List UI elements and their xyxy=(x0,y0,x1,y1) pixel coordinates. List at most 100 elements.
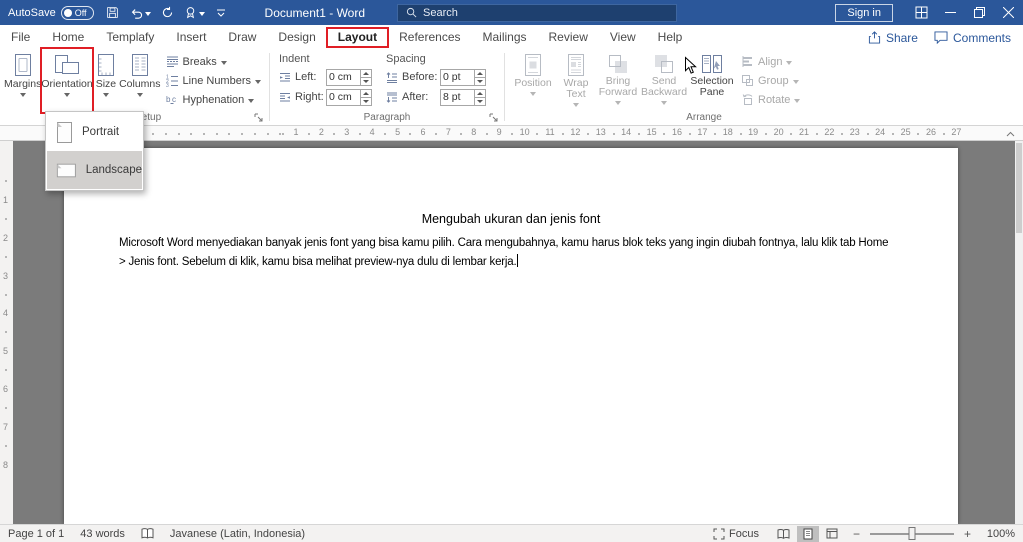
group-label: Group xyxy=(758,74,789,87)
sign-in-button[interactable]: Sign in xyxy=(835,3,893,22)
document-area: 1 2 3 4 5 6 7 8 Mengubah ukuran dan jenis font … xyxy=(0,141,1023,524)
undo-dropdown-icon[interactable] xyxy=(144,11,151,16)
focus-mode-button[interactable]: Focus xyxy=(713,528,759,540)
web-layout-button[interactable] xyxy=(821,526,843,542)
tab-insert[interactable]: Insert xyxy=(165,25,217,50)
ruler-mark xyxy=(241,133,244,135)
search-icon xyxy=(406,7,417,18)
print-layout-button[interactable] xyxy=(796,525,819,542)
rotate-dropdown-icon xyxy=(794,98,801,103)
page-indicator[interactable]: Page 1 of 1 xyxy=(8,528,64,540)
page-setup-dialog-launcher[interactable] xyxy=(254,113,263,122)
stamp-dropdown-icon[interactable] xyxy=(198,11,205,16)
orientation-option-landscape[interactable]: Landscape xyxy=(47,151,142,189)
save-button[interactable] xyxy=(106,0,119,25)
window-title: Document1 - Word xyxy=(264,5,366,20)
hyphenation-label: Hyphenation xyxy=(182,93,245,106)
tab-help[interactable]: Help xyxy=(647,25,694,50)
stamp-button[interactable] xyxy=(184,0,205,25)
size-button[interactable]: Size xyxy=(93,50,119,112)
tab-mailings[interactable]: Mailings xyxy=(472,25,538,50)
read-mode-button[interactable] xyxy=(773,526,795,542)
autosave-control[interactable]: AutoSave Off xyxy=(8,5,94,20)
orientation-option-portrait[interactable]: Portrait xyxy=(47,113,142,151)
document-body-line[interactable]: Microsoft Word menyediakan banyak jenis … xyxy=(119,234,958,253)
hyphenation-button[interactable]: bc Hyphenation xyxy=(161,90,266,109)
indent-right-input[interactable] xyxy=(327,89,360,105)
ruler-mark: 24 xyxy=(875,127,886,137)
margins-button[interactable]: Margins xyxy=(4,50,41,112)
document-body-line-2[interactable]: > Jenis font. Sebelum di klik, kamu bisa… xyxy=(119,253,958,272)
selection-pane-button[interactable]: Selection Pane xyxy=(688,50,736,112)
document-page[interactable]: Mengubah ukuran dan jenis font Microsoft… xyxy=(64,148,958,524)
tab-templafy[interactable]: Templafy xyxy=(95,25,165,50)
tab-review[interactable]: Review xyxy=(538,25,599,50)
document-heading[interactable]: Mengubah ukuran dan jenis font xyxy=(64,212,958,226)
collapse-ribbon-button[interactable] xyxy=(1002,127,1018,140)
send-backward-icon xyxy=(655,55,673,73)
spacing-after-input[interactable] xyxy=(441,89,474,105)
spacing-before-field xyxy=(440,68,486,86)
tab-home[interactable]: Home xyxy=(41,25,95,50)
line-numbers-button[interactable]: 123 Line Numbers xyxy=(161,71,266,90)
minimize-button[interactable] xyxy=(936,0,965,25)
redo-button[interactable] xyxy=(161,0,174,25)
search-input[interactable]: Search xyxy=(397,3,678,22)
wrap-text-button[interactable]: Wrap Text xyxy=(556,50,596,112)
align-button[interactable]: Align xyxy=(736,52,805,71)
tab-design[interactable]: Design xyxy=(267,25,326,50)
vertical-scrollbar[interactable] xyxy=(1015,141,1023,524)
paragraph-dialog-launcher[interactable] xyxy=(489,113,498,122)
send-backward-button[interactable]: Send Backward xyxy=(640,50,688,112)
indent-left-stepper[interactable] xyxy=(360,69,371,85)
zoom-in-button[interactable]: + xyxy=(962,527,973,541)
tab-file[interactable]: File xyxy=(0,25,41,50)
customize-quick-access-button[interactable] xyxy=(215,0,227,25)
indent-right-stepper[interactable] xyxy=(360,89,371,105)
columns-button[interactable]: Columns xyxy=(119,50,161,112)
autosave-toggle-knob xyxy=(63,8,72,17)
undo-button[interactable] xyxy=(129,0,151,25)
position-button[interactable]: Position xyxy=(510,50,556,112)
share-button[interactable]: Share xyxy=(868,31,918,45)
zoom-level[interactable]: 100% xyxy=(981,528,1015,540)
comments-button[interactable]: Comments xyxy=(934,31,1011,45)
vertical-ruler[interactable]: 1 2 3 4 5 6 7 8 xyxy=(0,141,13,524)
restore-button[interactable] xyxy=(965,0,994,25)
zoom-slider[interactable] xyxy=(869,526,954,540)
ribbon-display-options-button[interactable] xyxy=(907,0,936,25)
language-indicator[interactable]: Javanese (Latin, Indonesia) xyxy=(170,528,305,540)
share-label: Share xyxy=(885,30,918,45)
group-button[interactable]: Group xyxy=(736,71,805,90)
focus-icon xyxy=(713,528,725,539)
line-numbers-dropdown-icon xyxy=(255,79,261,84)
spacing-before-stepper[interactable] xyxy=(474,69,485,85)
zoom-slider-thumb[interactable] xyxy=(908,526,916,540)
ribbon-display-options-icon xyxy=(915,6,928,19)
tab-draw[interactable]: Draw xyxy=(217,25,267,50)
word-count[interactable]: 43 words xyxy=(80,528,125,540)
arrange-group-label-bar: Arrange xyxy=(508,112,900,125)
tab-references[interactable]: References xyxy=(388,25,471,50)
breaks-button[interactable]: Breaks xyxy=(161,52,266,71)
horizontal-ruler[interactable]: 1 2 3 4 5 6 7 8 9 10 11 12 13 14 15 16 17 18 19 20 21 22 23 24 2… xyxy=(0,126,1023,141)
tab-view[interactable]: View xyxy=(599,25,647,50)
spacing-after-field xyxy=(440,88,486,106)
customize-quick-access-icon xyxy=(216,9,225,17)
spacing-after-stepper[interactable] xyxy=(474,89,485,105)
indent-left-input[interactable] xyxy=(327,69,360,85)
close-button[interactable] xyxy=(994,0,1023,25)
ruler-mark xyxy=(333,133,336,135)
orientation-button[interactable]: Orientation xyxy=(40,47,94,114)
zoom-out-button[interactable]: − xyxy=(851,527,862,541)
bring-forward-button[interactable]: Bring Forward xyxy=(596,50,640,112)
proofing-status[interactable] xyxy=(141,528,154,539)
autosave-toggle[interactable]: Off xyxy=(60,5,94,20)
rotate-button[interactable]: Rotate xyxy=(736,90,805,109)
read-mode-icon xyxy=(777,528,790,539)
ruler-mark xyxy=(358,133,361,135)
tab-layout[interactable]: Layout xyxy=(325,25,390,50)
document-body[interactable]: Microsoft Word menyediakan banyak jenis … xyxy=(64,234,958,272)
spacing-before-input[interactable] xyxy=(441,69,474,85)
vertical-scrollbar-thumb[interactable] xyxy=(1016,143,1022,233)
